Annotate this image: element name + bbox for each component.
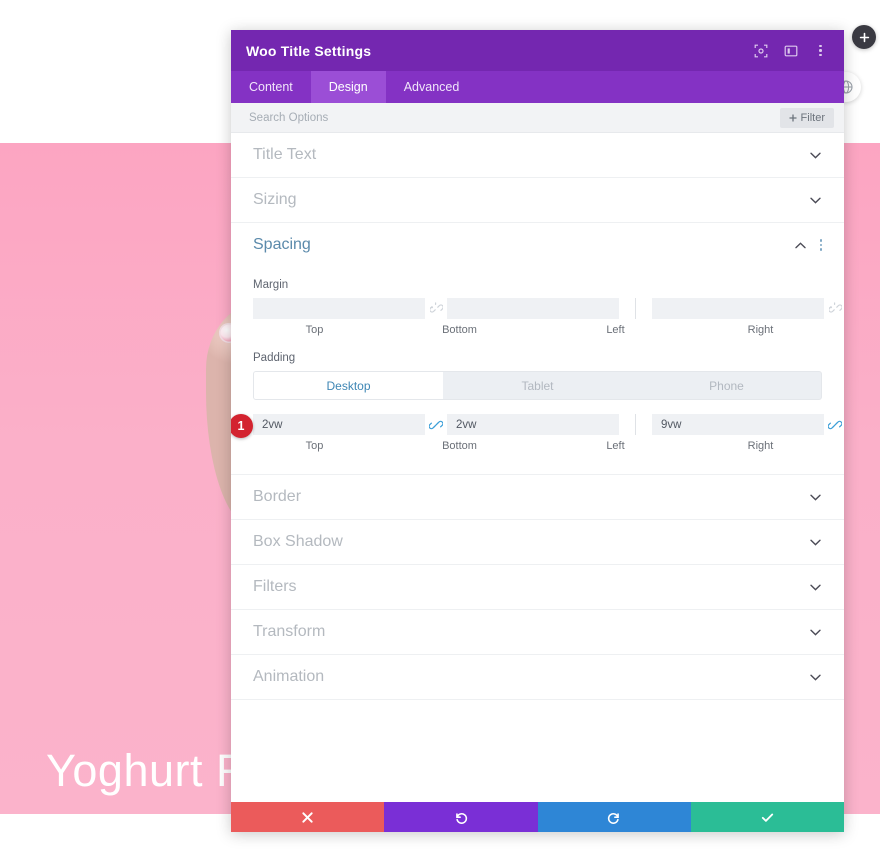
save-button[interactable] <box>690 802 844 832</box>
broken-link-icon[interactable] <box>425 298 447 319</box>
padding-divider <box>635 414 636 435</box>
margin-left-input[interactable] <box>652 298 824 319</box>
filter-button[interactable]: Filter <box>779 107 834 128</box>
section-label: Spacing <box>253 236 311 253</box>
tab-content[interactable]: Content <box>231 71 311 103</box>
check-icon <box>761 813 773 822</box>
link-icon[interactable] <box>824 414 844 435</box>
chevron-down-icon[interactable] <box>808 193 822 207</box>
broken-link-icon[interactable] <box>824 298 844 319</box>
section-border: Border <box>231 475 844 520</box>
margin-labels-row: Top Bottom Left Right <box>253 324 822 336</box>
cancel-button[interactable] <box>231 802 385 832</box>
section-label: Title Text <box>253 146 317 163</box>
undo-button[interactable] <box>384 802 538 832</box>
modal-header: Woo Title Settings <box>231 30 844 71</box>
chevron-down-icon[interactable] <box>808 625 822 639</box>
padding-top-label: Top <box>305 440 324 452</box>
padding-inputs-row: 1 <box>231 414 842 438</box>
redo-button[interactable] <box>537 802 691 832</box>
section-header-title-text[interactable]: Title Text <box>231 133 844 177</box>
padding-horizontal-group <box>652 414 844 435</box>
undo-icon <box>456 812 468 824</box>
settings-modal: Woo Title Settings Content Design Advanc… <box>231 30 844 832</box>
section-header-box-shadow[interactable]: Box Shadow <box>231 520 844 564</box>
margin-vertical-group <box>253 298 619 319</box>
chevron-down-icon[interactable] <box>808 490 822 504</box>
section-label: Transform <box>253 623 326 640</box>
section-header-filters[interactable]: Filters <box>231 565 844 609</box>
section-label: Animation <box>253 668 325 685</box>
margin-label: Margin <box>253 279 289 291</box>
add-module-button[interactable] <box>852 25 876 49</box>
margin-top-label: Top <box>305 324 324 336</box>
layout-panel-icon[interactable] <box>782 42 799 59</box>
link-icon[interactable] <box>425 414 447 435</box>
margin-left-label: Left <box>606 324 625 336</box>
section-header-animation[interactable]: Animation <box>231 655 844 699</box>
padding-left-input[interactable] <box>652 414 824 435</box>
section-more-vertical-icon[interactable] <box>819 239 822 251</box>
padding-device-toggle: Desktop Tablet Phone <box>253 371 822 400</box>
section-box-shadow: Box Shadow <box>231 520 844 565</box>
section-label: Box Shadow <box>253 533 343 550</box>
padding-top-input[interactable] <box>253 414 425 435</box>
plus-icon <box>788 113 797 122</box>
device-tablet-button[interactable]: Tablet <box>443 372 632 399</box>
padding-labels-row: Top Bottom Left Right <box>253 440 822 452</box>
padding-bottom-label: Bottom <box>442 440 477 452</box>
margin-inputs-row <box>253 298 842 319</box>
tab-design[interactable]: Design <box>310 71 386 103</box>
margin-top-input[interactable] <box>253 298 425 319</box>
padding-label: Padding <box>253 352 296 364</box>
screen: Yoghurt Ras Woo Title Settings Content D… <box>0 0 880 855</box>
chevron-down-icon[interactable] <box>808 670 822 684</box>
device-desktop-button[interactable]: Desktop <box>254 372 443 399</box>
tab-advanced[interactable]: Advanced <box>386 71 478 103</box>
modal-body: Title Text Sizing Spacing Margin Top Bot… <box>231 133 844 802</box>
chevron-down-icon[interactable] <box>808 580 822 594</box>
section-spacing: Spacing Margin Top Bottom Left Right Pad… <box>231 223 844 475</box>
section-header-spacing[interactable]: Spacing <box>231 223 844 267</box>
section-animation: Animation <box>231 655 844 700</box>
padding-vertical-group <box>253 414 619 435</box>
close-icon <box>302 811 313 823</box>
section-title-text: Title Text <box>231 133 844 178</box>
section-header-transform[interactable]: Transform <box>231 610 844 654</box>
margin-bottom-label: Bottom <box>442 324 477 336</box>
padding-bottom-input[interactable] <box>447 414 619 435</box>
section-transform: Transform <box>231 610 844 655</box>
padding-right-label: Right <box>747 440 774 452</box>
spacing-controls: Margin Top Bottom Left Right Padding Des… <box>231 267 844 474</box>
search-bar: Filter <box>231 103 844 133</box>
search-input[interactable] <box>241 111 780 124</box>
more-vertical-icon[interactable] <box>812 42 829 59</box>
chevron-up-icon[interactable] <box>794 238 808 252</box>
chevron-down-icon[interactable] <box>808 148 822 162</box>
section-label: Border <box>253 488 302 505</box>
chevron-down-icon[interactable] <box>808 535 822 549</box>
section-sizing: Sizing <box>231 178 844 223</box>
margin-right-label: Right <box>747 324 774 336</box>
section-label: Filters <box>253 578 297 595</box>
section-label: Sizing <box>253 191 297 208</box>
focus-target-icon[interactable] <box>752 42 769 59</box>
redo-icon <box>607 812 619 824</box>
section-header-sizing[interactable]: Sizing <box>231 178 844 222</box>
modal-header-actions <box>752 42 829 59</box>
filter-button-label: Filter <box>800 111 825 124</box>
modal-tabs: Content Design Advanced <box>231 71 844 103</box>
device-phone-button[interactable]: Phone <box>632 372 821 399</box>
modal-title: Woo Title Settings <box>246 42 372 59</box>
margin-divider <box>635 298 636 319</box>
step-badge-1: 1 <box>231 414 253 438</box>
section-header-border[interactable]: Border <box>231 475 844 519</box>
margin-horizontal-group <box>652 298 844 319</box>
margin-bottom-input[interactable] <box>447 298 619 319</box>
padding-left-label: Left <box>606 440 625 452</box>
section-filters: Filters <box>231 565 844 610</box>
modal-footer <box>231 802 844 832</box>
